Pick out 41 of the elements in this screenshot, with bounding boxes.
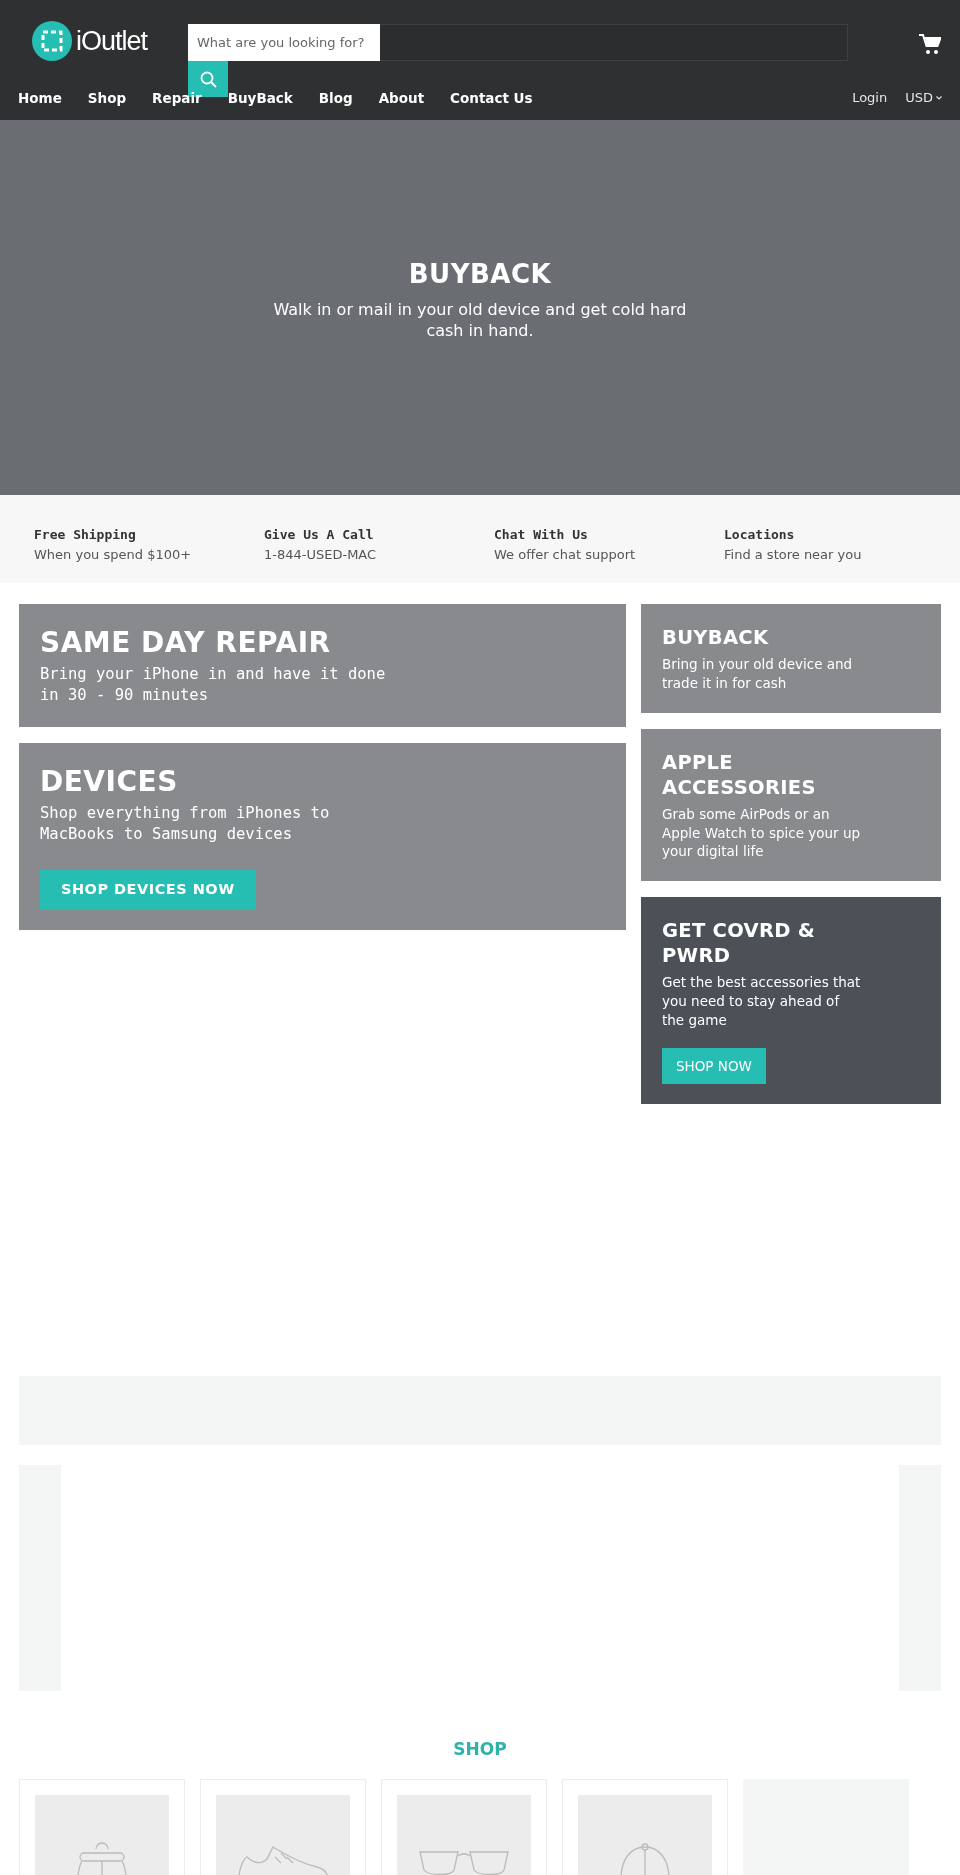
nav-link[interactable]: Home [18,87,62,109]
promo-text: Shop everything from iPhones to MacBooks to Samsung devices [40,802,331,846]
promo-text: Bring in your old device and trade it in for cash [662,654,854,693]
feature-text: We offer chat support [494,545,637,564]
feature-text: Find a store near you [724,545,863,564]
nav-link[interactable]: Repair [152,87,202,109]
login-link[interactable]: Login [852,88,888,108]
cart-icon[interactable] [919,34,941,55]
feature-title: Free Shipping [34,526,137,544]
nav-link[interactable]: BuyBack [227,87,293,109]
promo-text: Grab some AirPods or an Apple Watch to spice your up your digital life [662,804,862,862]
nav-link[interactable]: Shop [87,87,127,109]
hero-subtitle: Walk in or mail in your old device and get cold hard cash in hand. [272,298,688,342]
feature-text: 1-844-USED-MAC [264,545,378,564]
nav-link[interactable]: Contact Us [450,87,533,109]
product-card[interactable] [381,1778,547,1875]
product-card[interactable] [562,1778,728,1875]
nav-link[interactable]: Blog [318,87,353,109]
promo-title: BUYBACK [662,626,770,651]
feature-title: Chat With Us [494,526,589,544]
promo-title: DEVICES [40,764,179,799]
nav-link[interactable]: About [378,87,425,109]
logo-icon[interactable] [32,21,72,62]
section-heading: SHOP [452,1738,508,1762]
product-card[interactable] [19,1778,185,1875]
promo-text: Bring your iPhone in and have it done in 30 - 90 minutes [40,663,387,707]
promo-text: Get the best accessories that you need to stay ahead of the game [662,973,862,1030]
logo-text[interactable]: iOutlet [76,21,148,62]
currency-selector[interactable]: USD [905,88,942,108]
product-card[interactable] [200,1778,366,1875]
feature-text: When you spend $100+ [34,545,193,564]
hero-title: BUYBACK [408,259,552,291]
feature-title: Give Us A Call [264,526,375,544]
caret-icon [936,96,942,100]
search-field[interactable]: What are you looking for? [188,24,380,61]
promo-title: GET COVRD & PWRD [662,919,817,970]
search-icon [199,70,217,88]
promo-title: APPLE ACCESSORIES [662,750,817,801]
promo-title: SAME DAY REPAIR [40,626,332,660]
feature-title: Locations [724,526,796,544]
glasses-icon [419,1850,509,1875]
